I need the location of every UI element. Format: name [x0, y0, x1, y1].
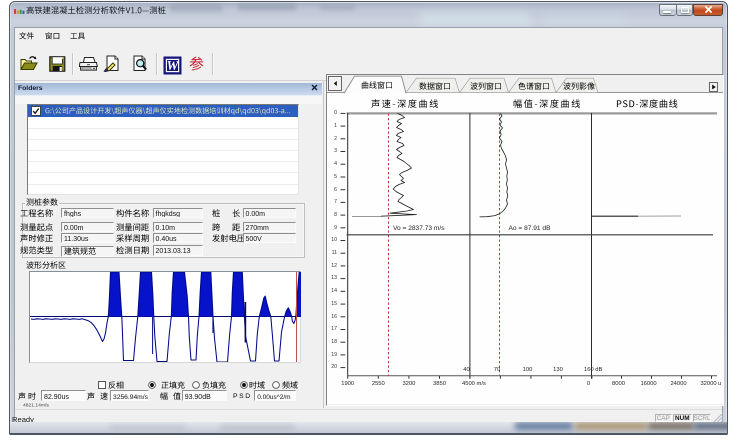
svg-text:W: W [166, 57, 179, 72]
